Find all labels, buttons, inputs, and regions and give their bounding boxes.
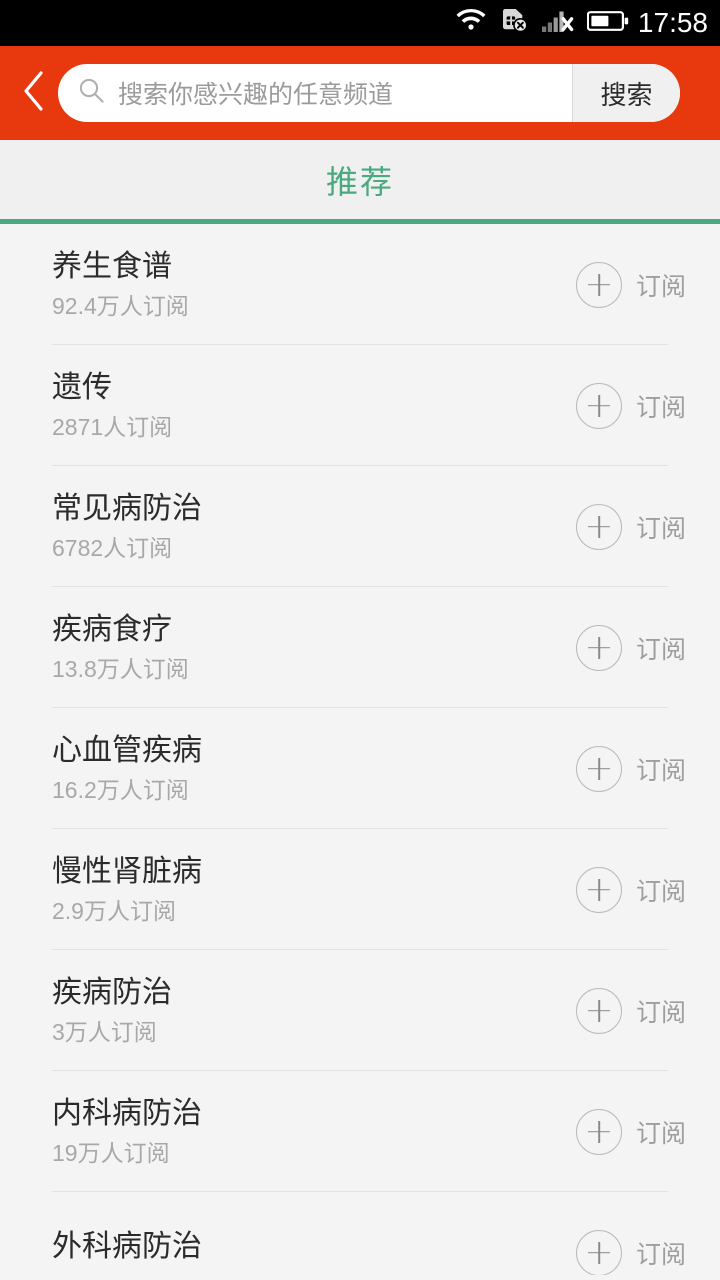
subscribe-button[interactable]: 订阅 xyxy=(575,866,686,913)
list-item[interactable]: 内科病防治 19万人订阅 订阅 xyxy=(0,1071,720,1192)
status-bar-clock: 17:58 xyxy=(637,7,708,38)
plus-circle-icon xyxy=(575,866,622,913)
channel-name: 疾病防治 xyxy=(52,976,172,1010)
list-item[interactable]: 外科病防治 订阅 xyxy=(0,1192,720,1275)
subscribe-button[interactable]: 订阅 xyxy=(575,1229,686,1275)
channel-name: 养生食谱 xyxy=(52,250,172,284)
subscribe-label: 订阅 xyxy=(635,1119,686,1148)
cellular-signal-disabled-icon xyxy=(541,9,574,38)
subscribe-button[interactable]: 订阅 xyxy=(575,987,686,1034)
list-item[interactable]: 常见病防治 6782人订阅 订阅 xyxy=(0,466,720,587)
list-item[interactable]: 养生食谱 92.4万人订阅 订阅 xyxy=(0,224,720,345)
channel-info: 常见病防治 6782人订阅 xyxy=(52,493,576,560)
plus-circle-icon xyxy=(575,624,622,671)
channel-list[interactable]: 养生食谱 92.4万人订阅 订阅 遗传 2871人订阅 订阅 常见病防治 678… xyxy=(0,224,720,1275)
channel-info: 慢性肾脏病 2.9万人订阅 xyxy=(52,856,576,923)
subscribe-label: 订阅 xyxy=(635,756,686,785)
list-item[interactable]: 遗传 2871人订阅 订阅 xyxy=(0,345,720,466)
channel-info: 疾病食疗 13.8万人订阅 xyxy=(52,614,576,681)
list-item[interactable]: 心血管疾病 16.2万人订阅 订阅 xyxy=(0,708,720,829)
channel-name: 内科病防治 xyxy=(52,1097,202,1131)
channel-info: 疾病防治 3万人订阅 xyxy=(52,977,576,1044)
subscribe-label: 订阅 xyxy=(635,998,686,1027)
tab-recommended[interactable]: 推荐 xyxy=(326,157,394,203)
channel-name: 疾病食疗 xyxy=(52,613,172,647)
wifi-icon xyxy=(456,8,486,38)
subscribe-label: 订阅 xyxy=(635,514,686,543)
channel-info: 心血管疾病 16.2万人订阅 xyxy=(52,735,576,802)
search-placeholder-text: 搜索你感兴趣的任意频道 xyxy=(118,81,394,109)
channel-info: 外科病防治 xyxy=(52,1231,576,1274)
plus-circle-icon xyxy=(575,382,622,429)
subscribe-label: 订阅 xyxy=(635,635,686,664)
search-submit-button[interactable]: 搜索 xyxy=(572,64,680,122)
channel-subscriber-count: 6782人订阅 xyxy=(52,534,173,561)
channel-name: 心血管疾病 xyxy=(52,734,202,768)
sim-card-disabled-icon xyxy=(499,8,529,39)
channel-subscriber-count: 16.2万人订阅 xyxy=(52,776,189,803)
subscribe-button[interactable]: 订阅 xyxy=(575,261,686,308)
plus-circle-icon xyxy=(575,1229,622,1275)
subscribe-button[interactable]: 订阅 xyxy=(575,624,686,671)
list-item[interactable]: 疾病食疗 13.8万人订阅 订阅 xyxy=(0,587,720,708)
list-item[interactable]: 疾病防治 3万人订阅 订阅 xyxy=(0,950,720,1071)
channel-name: 慢性肾脏病 xyxy=(52,855,202,889)
battery-icon xyxy=(586,9,629,38)
status-bar-icons xyxy=(456,8,629,39)
app-screen: 17:58 搜索你感兴趣的任意频道 搜索 推荐 养生食谱 92.4万人订阅 订阅… xyxy=(0,0,720,1280)
plus-circle-icon xyxy=(575,503,622,550)
tab-bar: 推荐 xyxy=(0,140,720,224)
subscribe-label: 订阅 xyxy=(635,1240,686,1269)
subscribe-button[interactable]: 订阅 xyxy=(575,503,686,550)
channel-subscriber-count: 3万人订阅 xyxy=(52,1018,157,1045)
search-bar: 搜索你感兴趣的任意频道 搜索 xyxy=(58,64,680,122)
channel-info: 养生食谱 92.4万人订阅 xyxy=(52,251,576,318)
channel-info: 遗传 2871人订阅 xyxy=(52,372,576,439)
channel-subscriber-count: 19万人订阅 xyxy=(52,1139,170,1166)
plus-circle-icon xyxy=(575,261,622,308)
channel-info: 内科病防治 19万人订阅 xyxy=(52,1098,576,1165)
list-item[interactable]: 慢性肾脏病 2.9万人订阅 订阅 xyxy=(0,829,720,950)
channel-subscriber-count: 92.4万人订阅 xyxy=(52,292,189,319)
channel-name: 外科病防治 xyxy=(52,1230,202,1264)
subscribe-button[interactable]: 订阅 xyxy=(575,382,686,429)
channel-subscriber-count: 2871人订阅 xyxy=(52,413,173,440)
search-icon xyxy=(78,77,105,109)
channel-subscriber-count: 2.9万人订阅 xyxy=(52,897,176,924)
search-input[interactable]: 搜索你感兴趣的任意频道 xyxy=(58,64,572,122)
subscribe-button[interactable]: 订阅 xyxy=(575,745,686,792)
channel-name: 常见病防治 xyxy=(52,492,202,526)
subscribe-label: 订阅 xyxy=(635,877,686,906)
back-button[interactable] xyxy=(10,58,58,128)
chevron-left-icon xyxy=(22,70,46,117)
status-bar: 17:58 xyxy=(0,0,720,46)
plus-circle-icon xyxy=(575,1108,622,1155)
channel-name: 遗传 xyxy=(52,371,112,405)
subscribe-button[interactable]: 订阅 xyxy=(575,1108,686,1155)
plus-circle-icon xyxy=(575,745,622,792)
plus-circle-icon xyxy=(575,987,622,1034)
subscribe-label: 订阅 xyxy=(635,393,686,422)
search-header: 搜索你感兴趣的任意频道 搜索 xyxy=(0,46,720,140)
subscribe-label: 订阅 xyxy=(635,272,686,301)
channel-subscriber-count: 13.8万人订阅 xyxy=(52,655,189,682)
